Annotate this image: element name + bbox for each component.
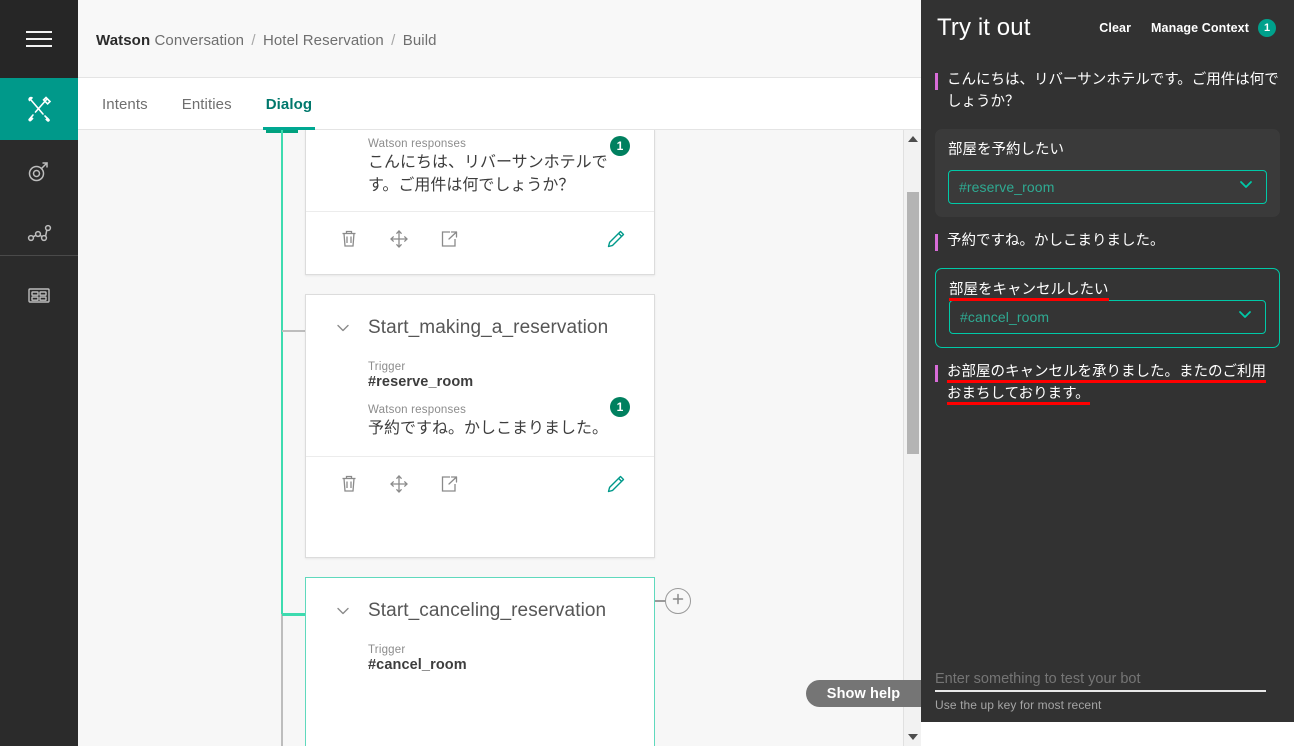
- rail-divider: [0, 255, 78, 256]
- rail-item-build[interactable]: [0, 78, 78, 140]
- response-count-badge: 1: [610, 397, 630, 417]
- scroll-up-arrow-icon[interactable]: [904, 130, 921, 148]
- manage-context-button[interactable]: Manage Context: [1151, 21, 1249, 35]
- conversation-log: こんにちは、リバーサンホテルです。ご用件は何でしょうか？ 部屋を予約したい #r…: [921, 56, 1294, 656]
- try-it-out-panel: Try it out Clear Manage Context 1 こんにちは、…: [921, 0, 1294, 722]
- trigger-value: #cancel_room: [368, 657, 467, 673]
- edit-icon[interactable]: [604, 227, 628, 251]
- breadcrumb-separator-1: /: [251, 32, 256, 49]
- hamburger-menu-button[interactable]: [0, 0, 78, 78]
- detected-intent-select[interactable]: #reserve_room: [948, 169, 1267, 204]
- move-icon[interactable]: [388, 228, 410, 250]
- node-title: Start_making_a_reservation: [368, 317, 609, 338]
- delete-icon[interactable]: [338, 228, 360, 250]
- breadcrumb-separator-2: /: [391, 32, 396, 49]
- breadcrumb-section[interactable]: Build: [403, 32, 437, 49]
- detected-intent-value: #cancel_room: [960, 308, 1050, 325]
- tree-stub-below: [281, 614, 283, 746]
- tab-intents-label: Intents: [102, 95, 148, 113]
- show-help-button[interactable]: Show help: [806, 680, 921, 707]
- try-it-out-title: Try it out: [937, 14, 1031, 41]
- chevron-down-icon: [1235, 304, 1255, 329]
- node-actions: [306, 456, 654, 510]
- context-count-badge: 1: [1258, 19, 1276, 37]
- show-help-label: Show help: [826, 685, 901, 702]
- delete-icon[interactable]: [338, 473, 360, 495]
- response-text: こんにちは、リバーサンホテルです。ご用件は何でしょうか？: [368, 154, 608, 195]
- user-message-text-row: 部屋をキャンセルしたい: [949, 280, 1266, 301]
- trigger-label: Trigger: [368, 361, 406, 373]
- breadcrumb: Watson Conversation / Hotel Reservation …: [96, 32, 437, 49]
- chevron-down-icon[interactable]: [334, 602, 352, 620]
- chevron-down-icon[interactable]: [334, 319, 352, 337]
- dialog-node-welcome[interactable]: 1 Watson responses こんにちは、リバーサンホテルです。ご用件は…: [305, 130, 655, 275]
- hamburger-menu-icon: [26, 26, 52, 52]
- node-title: Start_canceling_reservation: [368, 600, 607, 621]
- add-node-button[interactable]: [665, 588, 691, 614]
- bot-message-text: お部屋のキャンセルを承りました。またのご利用おまちしております。: [947, 363, 1266, 405]
- node-header[interactable]: Start_making_a_reservation: [306, 295, 654, 339]
- clear-button[interactable]: Clear: [1099, 21, 1131, 35]
- tab-dialog[interactable]: Dialog: [262, 78, 316, 130]
- user-message-text: 部屋を予約したい: [948, 141, 1064, 158]
- detected-intent-select[interactable]: #cancel_room: [949, 299, 1266, 334]
- tab-intents[interactable]: Intents: [102, 78, 148, 130]
- user-message-text: 部屋をキャンセルしたい: [949, 281, 1109, 301]
- scroll-down-arrow-icon[interactable]: [904, 728, 921, 746]
- bot-message-annotated: お部屋のキャンセルを承りました。またのご利用おまちしております。: [935, 362, 1280, 406]
- test-input[interactable]: [935, 668, 1266, 692]
- rail-item-deploy[interactable]: [0, 140, 78, 202]
- scrollbar-thumb[interactable]: [907, 192, 919, 454]
- try-it-out-header: Try it out Clear Manage Context 1: [921, 0, 1294, 56]
- jump-to-icon[interactable]: [438, 228, 460, 250]
- trigger-label: Trigger: [368, 644, 406, 656]
- move-icon[interactable]: [388, 473, 410, 495]
- tree-trunk-line: [281, 130, 283, 615]
- responses-label: Watson responses: [368, 138, 467, 150]
- plus-icon: [670, 591, 686, 612]
- build-tools-icon: [24, 94, 54, 124]
- trigger-value: #reserve_room: [368, 374, 474, 390]
- dialog-node-start-canceling-reservation[interactable]: Start_canceling_reservation Trigger #can…: [305, 577, 655, 746]
- content-catalog-icon: [25, 281, 53, 309]
- chevron-down-icon: [1236, 174, 1256, 199]
- rail-item-content-catalog[interactable]: [0, 264, 78, 326]
- left-nav-rail: [0, 0, 78, 746]
- user-message-text-row: 部屋を予約したい: [948, 140, 1267, 170]
- response-count-badge: 1: [610, 136, 630, 156]
- dialog-node-start-making-a-reservation[interactable]: Start_making_a_reservation Trigger #rese…: [305, 294, 655, 558]
- input-hint: Use the up key for most recent: [935, 698, 1102, 712]
- improve-analytics-icon: [25, 219, 53, 247]
- tab-entities[interactable]: Entities: [182, 78, 232, 130]
- detected-intent-value: #reserve_room: [959, 178, 1055, 195]
- breadcrumb-product-suffix: Conversation: [154, 32, 245, 49]
- edit-icon[interactable]: [604, 472, 628, 496]
- bot-message: こんにちは、リバーサンホテルです。ご用件は何でしょうか？: [935, 70, 1280, 114]
- canvas-scrollbar[interactable]: [903, 130, 921, 746]
- tabs-bar: Intents Entities Dialog: [78, 78, 921, 130]
- bot-message-text: こんにちは、リバーサンホテルです。ご用件は何でしょうか？: [947, 72, 1279, 110]
- breadcrumb-workspace[interactable]: Hotel Reservation: [263, 32, 384, 49]
- user-message-card: 部屋を予約したい #reserve_room: [935, 128, 1280, 217]
- bot-message-text: 予約ですね。かしこまりました。: [947, 232, 1165, 249]
- tabs: Intents Entities Dialog: [102, 78, 316, 130]
- bot-message: 予約ですね。かしこまりました。: [935, 231, 1280, 253]
- try-it-out-footer: Use the up key for most recent: [921, 656, 1294, 722]
- node-header[interactable]: Start_canceling_reservation: [306, 578, 654, 622]
- responses-label: Watson responses: [368, 404, 467, 416]
- tab-entities-label: Entities: [181, 95, 232, 113]
- deploy-icon: [25, 157, 53, 185]
- breadcrumb-product: Watson: [96, 32, 151, 49]
- user-message-card-highlighted: 部屋をキャンセルしたい #cancel_room: [935, 267, 1280, 348]
- tab-dialog-label: Dialog: [265, 95, 313, 113]
- response-text: 予約ですね。かしこまりました。: [368, 420, 609, 437]
- jump-to-icon[interactable]: [438, 473, 460, 495]
- app-window: Watson Conversation / Hotel Reservation …: [0, 0, 1294, 746]
- dialog-canvas[interactable]: 1 Watson responses こんにちは、リバーサンホテルです。ご用件は…: [78, 130, 921, 746]
- node-actions: [306, 211, 654, 265]
